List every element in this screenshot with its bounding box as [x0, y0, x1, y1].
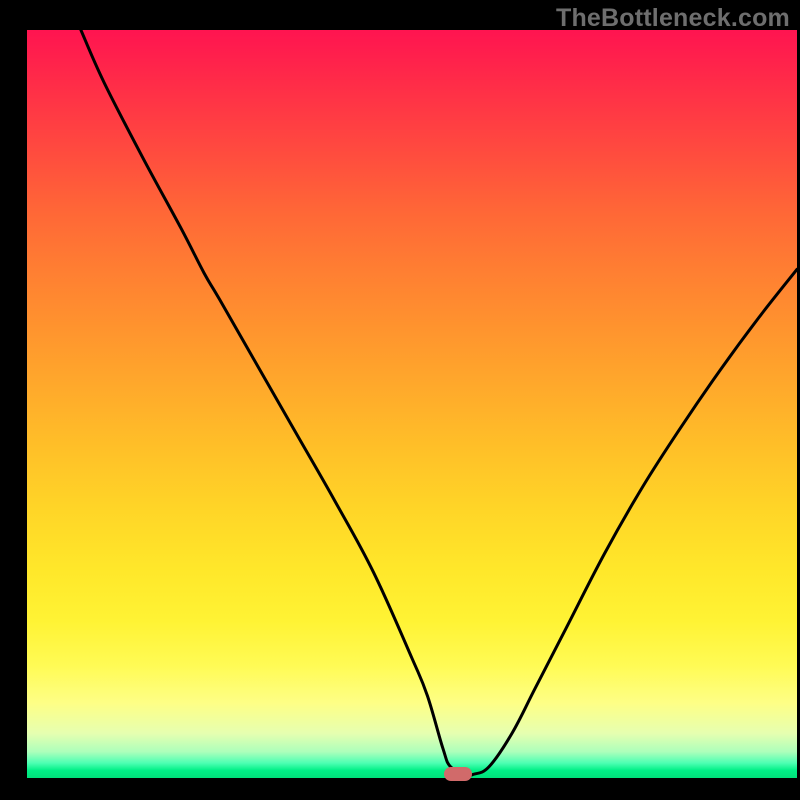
optimum-marker — [444, 767, 472, 781]
bottleneck-curve — [27, 30, 797, 778]
chart-frame: TheBottleneck.com — [0, 0, 800, 800]
watermark-text: TheBottleneck.com — [556, 4, 790, 33]
curve-path — [81, 30, 797, 775]
plot-area — [27, 30, 797, 778]
